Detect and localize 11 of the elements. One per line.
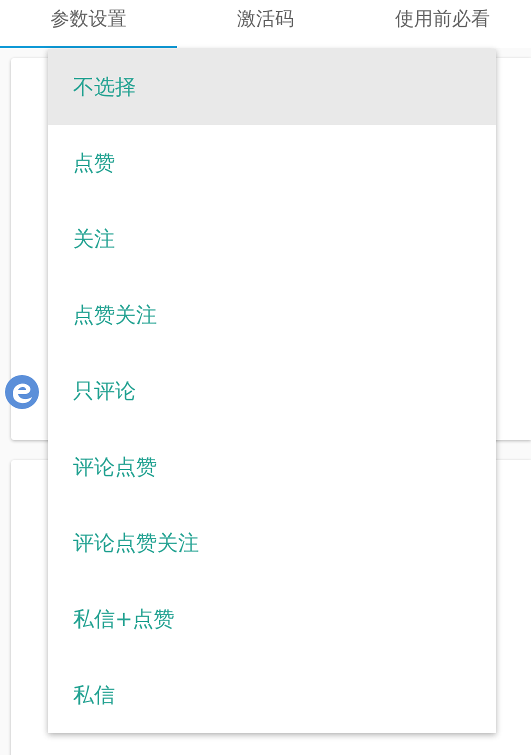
menu-option[interactable]: 关注 [48, 201, 496, 277]
menu-option[interactable]: 点赞关注 [48, 277, 496, 353]
menu-option[interactable]: 评论点赞 [48, 429, 496, 505]
tab[interactable]: 使用前必看 [354, 0, 531, 48]
menu-option[interactable]: 只评论 [48, 353, 496, 429]
menu-option[interactable]: 点赞 [48, 125, 496, 201]
menu-option[interactable]: 不选择 [48, 49, 496, 125]
menu-option[interactable]: 评论点赞关注 [48, 505, 496, 581]
menu-option[interactable]: 私信 [48, 657, 496, 733]
menu-option[interactable]: 私信+点赞 [48, 581, 496, 657]
tab[interactable]: 激活码 [177, 0, 354, 48]
